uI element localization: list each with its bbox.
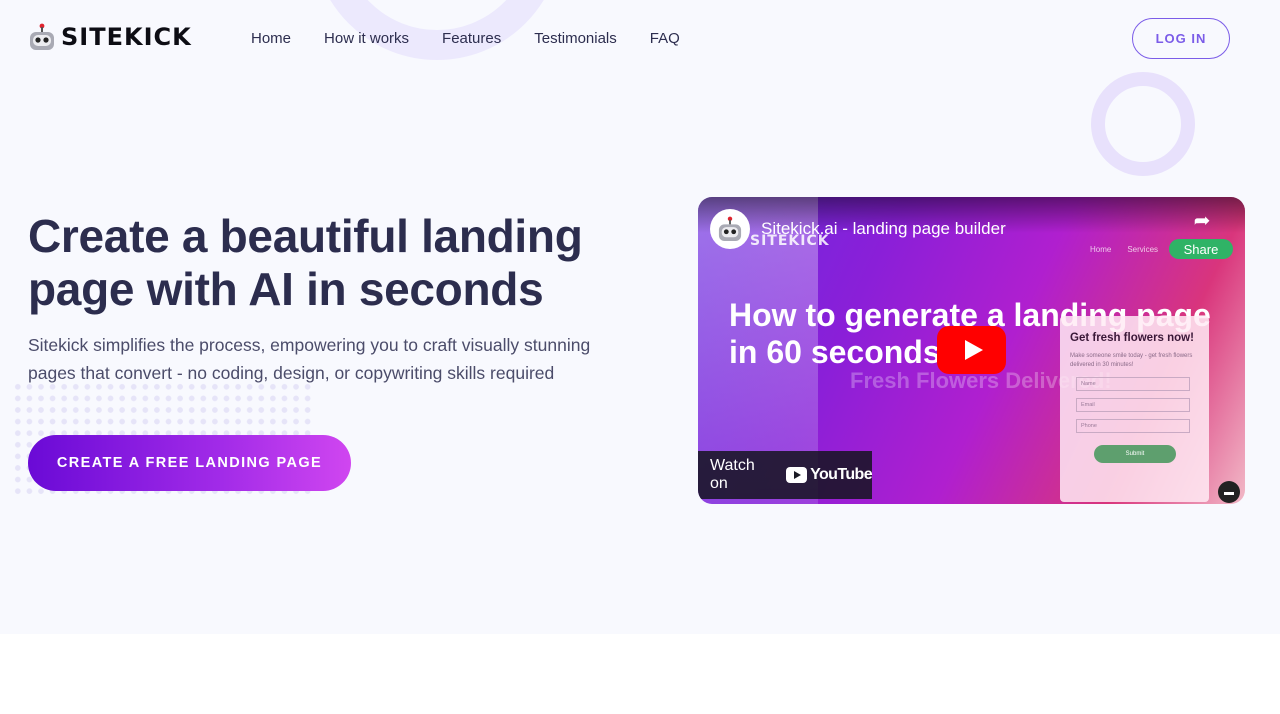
chat-icon[interactable]: ▬ [1218,481,1240,503]
form-field-phone: Phone [1076,419,1190,433]
form-field-email: Email [1076,398,1190,412]
form-submit: Submit [1094,445,1176,463]
hero-section: SITEKICK Home How it works Features Test… [0,0,1280,634]
nav-testimonials[interactable]: Testimonials [534,29,617,49]
channel-avatar[interactable] [710,209,750,249]
video-embedded-nav: Home Services [1090,245,1158,254]
nav-home[interactable]: Home [251,29,291,49]
login-button[interactable]: LOG IN [1132,18,1230,59]
hero-subtext: Sitekick simplifies the process, empower… [28,335,591,383]
watch-on-youtube-button[interactable]: Watch on YouTube [698,451,873,499]
robot-icon [30,23,54,50]
nav-faq[interactable]: FAQ [650,29,680,49]
video-embedded-nav-item: Services [1127,245,1159,254]
logo[interactable]: SITEKICK [29,22,192,52]
form-title: Get fresh flowers now! [1070,332,1194,344]
play-icon [964,340,983,360]
nav-how-it-works[interactable]: How it works [324,29,409,49]
play-button[interactable] [937,326,1006,374]
logo-text: SITEKICK [61,23,192,51]
form-description: Make someone smile today - get fresh flo… [1070,353,1193,368]
watch-on-label: Watch on [710,457,755,492]
form-field-name: Name [1076,377,1190,391]
video-title[interactable]: Sitekick.ai - landing page builder [761,219,1006,239]
video-form-card: Get fresh flowers now! Make someone smil… [1060,316,1209,502]
main-nav: Home How it works Features Testimonials … [251,29,713,49]
decorative-ring [1091,72,1195,176]
video-share-button[interactable]: Share [1169,239,1233,259]
create-landing-page-button[interactable]: CREATE A FREE LANDING PAGE [28,435,351,491]
nav-features[interactable]: Features [442,29,501,49]
share-arrow-icon: ➦ [1193,210,1211,232]
video-embed[interactable]: SITEKICK Home Services Share Sitekick.ai… [698,197,1245,504]
robot-icon [718,216,742,241]
video-embedded-nav-item: Home [1090,245,1112,254]
share-control[interactable]: ➦ [1184,211,1220,231]
youtube-icon [786,467,808,483]
youtube-label: YouTube [810,466,872,483]
hero-headline: Create a beautiful landing page with AI … [28,210,583,315]
